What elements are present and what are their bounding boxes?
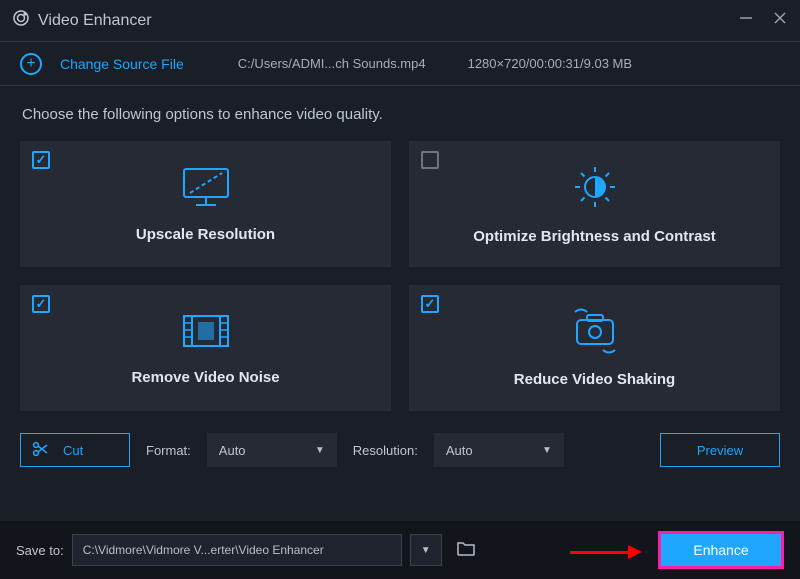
app-icon <box>12 9 30 32</box>
resolution-value: Auto <box>446 443 473 458</box>
checkbox-brightness[interactable] <box>421 151 439 169</box>
save-path-text: C:\Vidmore\Vidmore V...erter\Video Enhan… <box>83 543 324 557</box>
open-folder-button[interactable] <box>450 534 482 566</box>
format-value: Auto <box>219 443 246 458</box>
folder-icon <box>456 540 476 561</box>
checkbox-noise[interactable]: ✓ <box>32 295 50 313</box>
checkbox-upscale[interactable]: ✓ <box>32 151 50 169</box>
resolution-label: Resolution: <box>353 443 418 458</box>
checkbox-shaking[interactable]: ✓ <box>421 295 439 313</box>
preview-button[interactable]: Preview <box>660 433 780 467</box>
save-to-label: Save to: <box>16 543 64 558</box>
chevron-down-icon: ▼ <box>315 445 325 456</box>
bottom-bar: Save to: C:\Vidmore\Vidmore V...erter\Vi… <box>0 521 800 579</box>
enhance-highlight: Enhance <box>658 531 784 569</box>
close-button[interactable] <box>772 10 788 31</box>
titlebar: Video Enhancer <box>0 0 800 42</box>
source-path: C:/Users/ADMI...ch Sounds.mp4 <box>238 56 426 71</box>
camera-shake-icon <box>565 308 625 359</box>
preview-label: Preview <box>697 443 743 458</box>
card-optimize-brightness[interactable]: Optimize Brightness and Contrast <box>409 141 780 267</box>
resolution-dropdown[interactable]: Auto ▼ <box>434 433 564 467</box>
enhance-button[interactable]: Enhance <box>661 534 781 566</box>
card-label: Upscale Resolution <box>136 226 275 243</box>
enhance-label: Enhance <box>693 542 748 558</box>
add-source-button[interactable]: + <box>20 53 42 75</box>
card-upscale-resolution[interactable]: ✓ Upscale Resolution <box>20 141 391 267</box>
annotation-arrow <box>570 545 642 559</box>
format-label: Format: <box>146 443 191 458</box>
brightness-icon <box>571 163 619 216</box>
scissors-icon <box>31 440 49 461</box>
save-path-dropdown[interactable]: ▼ <box>410 534 442 566</box>
card-label: Remove Video Noise <box>131 369 279 386</box>
cut-button[interactable]: Cut <box>20 433 130 467</box>
chevron-down-icon: ▼ <box>542 445 552 456</box>
app-title: Video Enhancer <box>38 12 152 30</box>
source-row: + Change Source File C:/Users/ADMI...ch … <box>0 42 800 86</box>
minimize-button[interactable] <box>738 10 754 31</box>
card-label: Optimize Brightness and Contrast <box>473 228 716 245</box>
change-source-link[interactable]: Change Source File <box>60 56 184 72</box>
format-dropdown[interactable]: Auto ▼ <box>207 433 337 467</box>
card-label: Reduce Video Shaking <box>514 371 675 388</box>
source-meta: 1280×720/00:00:31/9.03 MB <box>468 56 632 71</box>
controls-row: Cut Format: Auto ▼ Resolution: Auto ▼ Pr… <box>0 411 800 467</box>
monitor-icon <box>178 165 234 214</box>
options-grid: ✓ Upscale Resolution <box>0 141 800 411</box>
instruction-text: Choose the following options to enhance … <box>0 86 800 141</box>
chevron-down-icon: ▼ <box>421 545 431 556</box>
save-path-box[interactable]: C:\Vidmore\Vidmore V...erter\Video Enhan… <box>72 534 402 566</box>
cut-label: Cut <box>63 443 83 458</box>
card-remove-noise[interactable]: ✓ Remove Video Noise <box>20 285 391 411</box>
film-icon <box>178 310 234 357</box>
card-reduce-shaking[interactable]: ✓ Reduce Video Shaking <box>409 285 780 411</box>
